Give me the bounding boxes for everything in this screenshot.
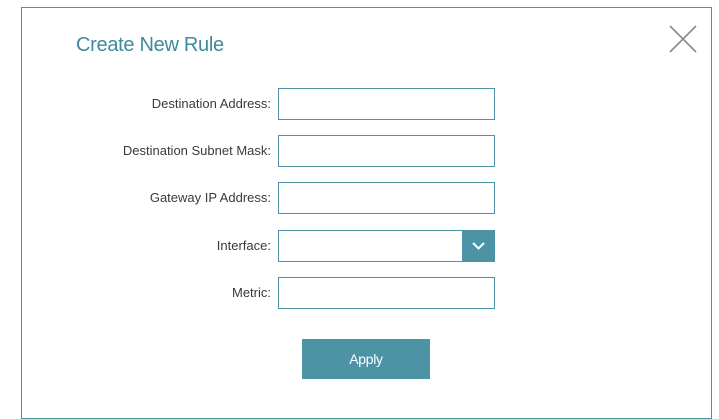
gateway-ip-address-label: Gateway IP Address:: [149, 190, 271, 205]
interface-select[interactable]: [278, 230, 495, 262]
destination-subnet-mask-input[interactable]: [278, 135, 495, 167]
destination-address-input[interactable]: [278, 88, 495, 120]
metric-label: Metric:: [232, 285, 271, 300]
metric-row: Metric:: [22, 277, 711, 309]
chevron-down-icon: [472, 242, 485, 250]
apply-button[interactable]: Apply: [302, 339, 430, 379]
destination-address-row: Destination Address:: [22, 88, 711, 120]
gateway-ip-address-input[interactable]: [278, 182, 495, 214]
interface-row: Interface:: [22, 230, 711, 262]
destination-subnet-mask-label: Destination Subnet Mask:: [122, 143, 271, 158]
close-icon[interactable]: [668, 24, 698, 54]
dialog-title: Create New Rule: [76, 34, 224, 56]
gateway-ip-address-row: Gateway IP Address:: [22, 182, 711, 214]
destination-address-label: Destination Address:: [151, 96, 271, 111]
interface-label: Interface:: [216, 238, 271, 253]
create-rule-dialog: Create New Rule Destination Address: Des…: [21, 7, 712, 419]
metric-input[interactable]: [278, 277, 495, 309]
interface-dropdown-button[interactable]: [462, 230, 495, 262]
destination-subnet-mask-row: Destination Subnet Mask:: [22, 135, 711, 167]
